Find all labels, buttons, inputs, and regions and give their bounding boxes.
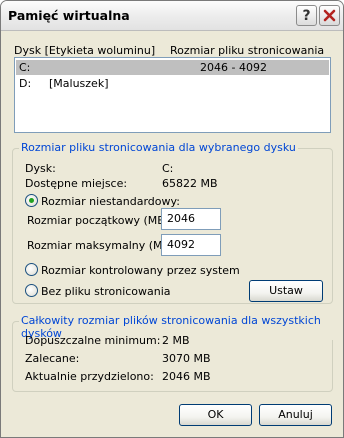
drive-paging-size: 2046 - 4092 [200,61,267,74]
recommended-value: 3070 MB [162,352,211,365]
drive-row-c[interactable]: C: 2046 - 4092 [16,60,329,75]
custom-size-label: Rozmiar niestandardowy: [41,195,180,208]
drive-letter: D: [19,77,32,90]
set-button[interactable]: Ustaw [249,280,323,302]
max-size-label: Rozmiar maksymalny (MB): [27,239,179,252]
recommended-label: Zalecane: [25,352,80,365]
allocated-label: Aktualnie przydzielono: [25,370,154,383]
selected-drive-legend: Rozmiar pliku stronicowania dla wybraneg… [19,141,298,154]
minimum-label: Dopuszczalne minimum: [25,334,161,347]
free-space-label: Dostępne miejsce: [25,177,128,190]
system-managed-label: Rozmiar kontrolowany przez system [41,264,240,277]
free-space-value: 65822 MB [162,177,218,190]
initial-size-label: Rozmiar początkowy (MB): [27,214,173,227]
column-header-drive: Dysk [Etykieta woluminu] [14,44,156,57]
help-icon: ? [302,7,311,24]
close-icon [323,9,336,22]
virtual-memory-dialog: Pamięć wirtualna ? Dysk [Etykieta wolumi… [0,0,344,438]
title-bar[interactable]: Pamięć wirtualna ? [1,1,343,31]
drive-list[interactable]: C: 2046 - 4092 D: [Maluszek] [14,57,331,133]
drive-letter: C: [19,61,31,74]
no-paging-radio[interactable] [25,284,38,297]
close-button[interactable] [319,5,340,26]
minimum-value: 2 MB [162,334,190,347]
no-paging-label: Bez pliku stronicowania [41,285,171,298]
allocated-value: 2046 MB [162,370,211,383]
cancel-button[interactable]: Anuluj [259,404,332,426]
window-title: Pamięć wirtualna [8,8,130,23]
help-button[interactable]: ? [296,5,317,26]
custom-size-radio[interactable] [25,194,38,207]
max-size-input[interactable]: 4092 [161,234,221,256]
drive-row-d[interactable]: D: [Maluszek] [16,76,329,91]
drive-value: C: [162,162,174,175]
drive-label: [Maluszek] [49,77,109,90]
system-managed-radio[interactable] [25,263,38,276]
initial-size-input[interactable]: 2046 [161,208,221,230]
drive-label-text: Dysk: [25,162,56,175]
ok-button[interactable]: OK [179,404,252,426]
